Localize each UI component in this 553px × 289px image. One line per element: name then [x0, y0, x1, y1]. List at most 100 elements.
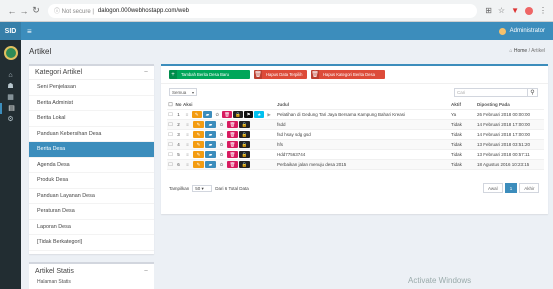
image-icon[interactable]: ✿: [217, 131, 226, 138]
category-icon[interactable]: ▰: [205, 141, 216, 148]
lock-icon[interactable]: 🔒: [239, 151, 250, 158]
category-item[interactable]: Seni Penjelasan: [29, 80, 154, 96]
row-number: 2: [177, 122, 180, 127]
search-icon[interactable]: ⚲: [527, 88, 537, 97]
drag-handle-icon[interactable]: ≡: [183, 131, 192, 138]
category-item[interactable]: [Tidak Berkategori]: [29, 235, 154, 251]
trash-icon: 🗑: [311, 70, 319, 79]
sidebar-users-icon[interactable]: ☗: [0, 81, 21, 92]
drag-handle-icon[interactable]: ≡: [183, 161, 192, 168]
row-checkbox[interactable]: ☐: [167, 122, 174, 128]
image-icon[interactable]: ✿: [217, 141, 226, 148]
edit-icon[interactable]: ✎: [193, 161, 204, 168]
row-active: Tidak: [451, 142, 462, 147]
menu-icon[interactable]: ⋮: [539, 6, 547, 15]
brand-logo[interactable]: SID: [0, 22, 21, 40]
drag-handle-icon[interactable]: ≡: [183, 111, 191, 118]
breadcrumb-home[interactable]: Home: [514, 48, 527, 54]
delete-category-button[interactable]: 🗑 Hapus Kategori Berita Desa: [311, 70, 385, 79]
category-item[interactable]: Agenda Desa: [29, 158, 154, 173]
category-item[interactable]: Berita Administ: [29, 96, 154, 111]
category-icon[interactable]: ▰: [205, 151, 216, 158]
row-number: 6: [177, 162, 180, 167]
search-input[interactable]: Cari: [455, 90, 527, 95]
lock-icon[interactable]: 🔒: [232, 111, 243, 118]
pagination-last[interactable]: Akhir: [519, 183, 540, 193]
image-icon[interactable]: ✿: [217, 161, 226, 168]
category-item[interactable]: Berita Lokal: [29, 111, 154, 127]
row-title: Hdd77563744: [277, 152, 306, 157]
select-all-checkbox[interactable]: ☐: [167, 102, 174, 108]
pagination-first[interactable]: Awal: [483, 183, 503, 193]
category-item[interactable]: Berita Desa: [29, 142, 154, 158]
reload-icon[interactable]: ↻: [30, 5, 42, 16]
drag-handle-icon[interactable]: ≡: [183, 151, 192, 158]
trash-icon[interactable]: 🗑: [227, 121, 238, 128]
play-icon[interactable]: ▶: [265, 111, 273, 118]
row-checkbox[interactable]: ☐: [167, 152, 174, 158]
hamburger-icon[interactable]: ≡: [27, 27, 32, 36]
add-article-button[interactable]: + Tambah Berita Desa Baru: [169, 70, 250, 79]
per-page-select[interactable]: 50 ▾: [192, 185, 213, 192]
image-icon[interactable]: ✿: [217, 151, 226, 158]
category-item[interactable]: Laporan Desa: [29, 220, 154, 235]
category-icon[interactable]: ▰: [202, 111, 213, 118]
back-icon[interactable]: ←: [6, 6, 18, 16]
trash-icon[interactable]: 🗑: [227, 161, 238, 168]
table-row: ☐ 5 ≡ ✎ ▰ ✿ 🗑 🔒 Hdd77563744 Tidak 13 Februari 2018…: [167, 150, 544, 160]
row-checkbox[interactable]: ☐: [167, 132, 174, 138]
flag-icon[interactable]: ⚑: [243, 111, 254, 118]
image-icon[interactable]: ✿: [213, 111, 221, 118]
trash-icon[interactable]: 🗑: [222, 111, 232, 118]
profile-avatar[interactable]: [525, 6, 533, 15]
translate-icon[interactable]: ⊞: [485, 6, 492, 15]
trash-icon[interactable]: 🗑: [227, 131, 238, 138]
sidebar-home-icon[interactable]: ⌂: [0, 70, 21, 81]
delete-selected-button[interactable]: 🗑 Hapus Data Terpilih: [254, 70, 307, 79]
address-bar[interactable]: ⓘ Not secure | dalogon.000webhostapp.com…: [48, 3, 478, 18]
category-icon[interactable]: ▰: [205, 121, 216, 128]
trash-icon[interactable]: 🗑: [227, 151, 238, 158]
user-name: Administrator: [509, 28, 545, 34]
static-item[interactable]: Halaman Statis: [29, 278, 154, 286]
status-filter-select[interactable]: Semua ▾: [169, 88, 197, 96]
category-icon[interactable]: ▰: [205, 161, 216, 168]
collapse-icon[interactable]: −: [144, 268, 148, 275]
edit-icon[interactable]: ✎: [193, 141, 204, 148]
edit-icon[interactable]: ✎: [193, 131, 204, 138]
plus-icon: +: [169, 70, 177, 79]
category-item[interactable]: Produk Desa: [29, 173, 154, 189]
static-panel: Artikel Statis − Halaman Statis: [29, 262, 154, 289]
extension-icon[interactable]: ▼: [511, 6, 519, 15]
category-item[interactable]: Panduan Kebersihan Desa: [29, 127, 154, 142]
row-actions: ≡ ✎ ▰ ✿ 🗑 🔒: [183, 141, 273, 148]
pagination-page[interactable]: 1: [504, 183, 518, 193]
edit-icon[interactable]: ✎: [191, 111, 202, 118]
row-checkbox[interactable]: ☐: [167, 142, 174, 148]
lock-icon[interactable]: 🔒: [239, 121, 250, 128]
trash-icon[interactable]: 🗑: [227, 141, 238, 148]
lock-icon[interactable]: 🔒: [239, 131, 250, 138]
edit-icon[interactable]: ✎: [193, 121, 204, 128]
sidebar-stats-icon[interactable]: ▦: [0, 92, 21, 103]
image-icon[interactable]: ✿: [217, 121, 226, 128]
sidebar-settings-icon[interactable]: ⚙: [0, 114, 21, 125]
row-number: 5: [177, 152, 180, 157]
star-icon[interactable]: ☆: [498, 6, 505, 15]
category-item[interactable]: Panduan Layanan Desa: [29, 189, 154, 204]
drag-handle-icon[interactable]: ≡: [183, 121, 192, 128]
star-icon[interactable]: ★: [254, 111, 265, 118]
forward-icon[interactable]: →: [18, 6, 30, 16]
row-title: hfs: [277, 142, 284, 147]
row-checkbox[interactable]: ☐: [167, 112, 174, 118]
edit-icon[interactable]: ✎: [193, 151, 204, 158]
user-menu[interactable]: Administrator: [498, 27, 545, 35]
drag-handle-icon[interactable]: ≡: [183, 141, 192, 148]
row-checkbox[interactable]: ☐: [167, 162, 174, 168]
lock-icon[interactable]: 🔒: [239, 161, 250, 168]
collapse-icon[interactable]: −: [144, 69, 148, 76]
category-icon[interactable]: ▰: [205, 131, 216, 138]
category-item[interactable]: Peraturan Desa: [29, 204, 154, 220]
lock-icon[interactable]: 🔒: [239, 141, 250, 148]
sidebar-article-icon[interactable]: ▤: [0, 103, 21, 114]
